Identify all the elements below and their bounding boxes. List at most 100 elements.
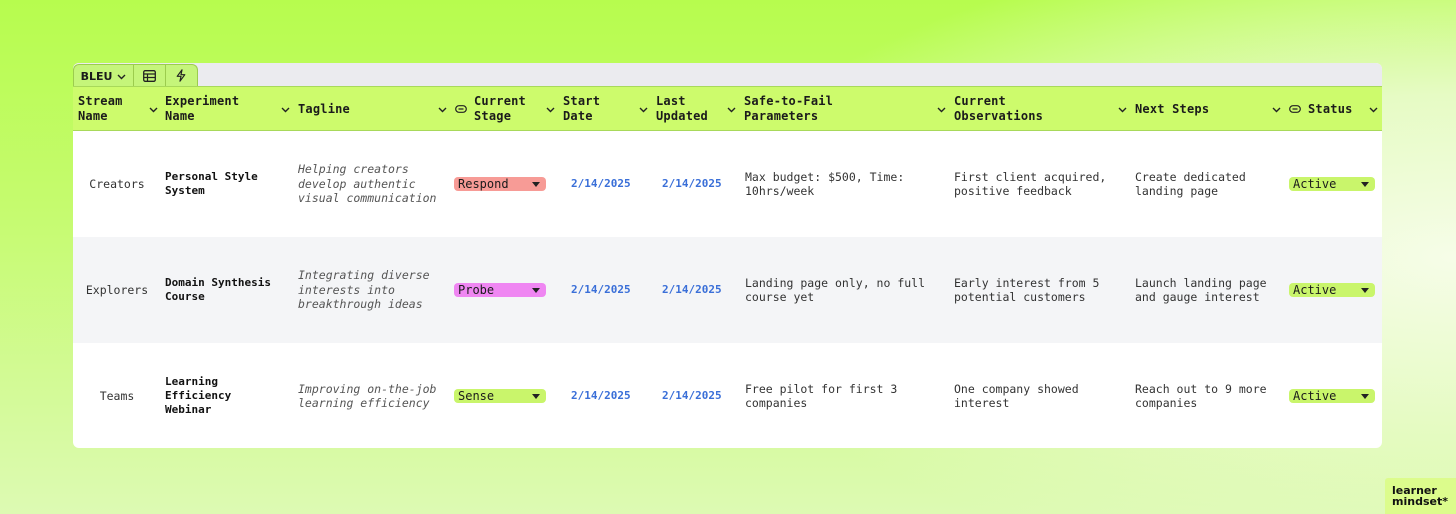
- start-date-cell[interactable]: 2/14/2025: [571, 131, 651, 237]
- current-stage-cell: Respond: [454, 131, 546, 237]
- start-date-cell[interactable]: 2/14/2025: [571, 237, 651, 343]
- start-date-text: 2/14/2025: [571, 388, 631, 402]
- stream-name-text: Teams: [99, 388, 135, 403]
- experiment-name-cell[interactable]: Domain Synthesis Course: [165, 237, 273, 343]
- tagline-text: Helping creators develop authentic visua…: [298, 162, 437, 206]
- next-steps-cell[interactable]: Create dedicated landing page: [1135, 131, 1275, 237]
- next-steps-cell[interactable]: Launch landing page and gauge interest: [1135, 237, 1275, 343]
- column-header-label: Current Observations: [954, 94, 1044, 123]
- chevron-down-icon[interactable]: [281, 102, 290, 117]
- chevron-down-icon[interactable]: [1369, 102, 1378, 117]
- parameters-cell[interactable]: Max budget: $500, Time: 10hrs/week: [745, 131, 935, 237]
- status-value: Active: [1293, 388, 1337, 403]
- column-header-stream-name[interactable]: Stream Name: [78, 87, 162, 131]
- experiment-name-cell[interactable]: Learning Efficiency Webinar: [165, 343, 273, 448]
- grid-view-button[interactable]: [134, 65, 166, 87]
- last-updated-cell[interactable]: 2/14/2025: [662, 343, 742, 448]
- parameters-text: Free pilot for first 3 companies: [745, 381, 898, 411]
- chevron-down-icon[interactable]: [937, 102, 946, 117]
- table-header: Stream Name Experiment Name Tagline Current…: [73, 86, 1382, 131]
- column-header-label: Stream Name: [78, 94, 123, 123]
- stage-select[interactable]: Sense: [454, 389, 546, 403]
- tagline-cell[interactable]: Helping creators develop authentic visua…: [298, 131, 444, 237]
- last-updated-cell[interactable]: 2/14/2025: [662, 237, 742, 343]
- view-name-label: BLEU: [80, 69, 113, 83]
- start-date-cell[interactable]: 2/14/2025: [571, 343, 651, 448]
- parameters-text: Landing page only, no full course yet: [745, 275, 926, 305]
- column-header-current-stage[interactable]: Current Stage: [455, 87, 559, 131]
- next-steps-text: Launch landing page and gauge interest: [1135, 275, 1267, 305]
- stage-value: Probe: [458, 282, 495, 297]
- table-row[interactable]: Teams Learning Efficiency Webinar Improvin…: [73, 343, 1382, 448]
- chevron-down-icon[interactable]: [1272, 102, 1281, 117]
- brand-logo: learner mindset*: [1385, 478, 1456, 514]
- parameters-text: Max budget: $500, Time: 10hrs/week: [745, 169, 905, 199]
- chevron-down-icon[interactable]: [727, 102, 736, 117]
- chevron-down-icon[interactable]: [639, 102, 648, 117]
- status-select[interactable]: Active: [1289, 389, 1375, 403]
- stream-name-cell[interactable]: Creators: [73, 131, 161, 237]
- automation-button[interactable]: [166, 65, 197, 87]
- stream-name-cell[interactable]: Explorers: [73, 237, 161, 343]
- tagline-cell[interactable]: Improving on-the-job learning efficiency: [298, 343, 444, 448]
- column-header-label: Experiment Name: [165, 94, 240, 123]
- dropdown-arrow-icon: [1361, 287, 1369, 293]
- status-select[interactable]: Active: [1289, 283, 1375, 297]
- last-updated-text: 2/14/2025: [662, 176, 722, 190]
- column-header-next-steps[interactable]: Next Steps: [1135, 87, 1285, 131]
- parameters-cell[interactable]: Landing page only, no full course yet: [745, 237, 935, 343]
- stream-name-cell[interactable]: Teams: [73, 343, 161, 448]
- tagline-cell[interactable]: Integrating diverse interests into break…: [298, 237, 444, 343]
- stage-select[interactable]: Probe: [454, 283, 546, 297]
- experiment-name-text: Personal Style System: [165, 170, 258, 197]
- stage-value: Sense: [458, 388, 495, 403]
- column-header-start-date[interactable]: Start Date: [563, 87, 652, 131]
- next-steps-cell[interactable]: Reach out to 9 more companies: [1135, 343, 1275, 448]
- start-date-text: 2/14/2025: [571, 282, 631, 296]
- view-switcher-button[interactable]: BLEU: [74, 65, 135, 87]
- column-header-label: Start Date: [563, 94, 601, 123]
- chevron-down-icon[interactable]: [1118, 102, 1127, 117]
- column-header-label: Last Updated: [656, 94, 708, 123]
- status-value: Active: [1293, 176, 1337, 191]
- experiment-name-text: Domain Synthesis Course: [165, 276, 271, 303]
- column-header-last-updated[interactable]: Last Updated: [656, 87, 740, 131]
- column-header-label: Current Stage: [474, 94, 526, 123]
- dropdown-arrow-icon: [1361, 393, 1369, 399]
- observations-cell[interactable]: Early interest from 5 potential customer…: [954, 237, 1124, 343]
- column-header-label: Safe-to-Fail Parameters: [744, 94, 834, 123]
- column-header-status[interactable]: Status: [1289, 87, 1382, 131]
- parameters-cell[interactable]: Free pilot for first 3 companies: [745, 343, 935, 448]
- chevron-down-icon[interactable]: [546, 102, 555, 117]
- observations-text: Early interest from 5 potential customer…: [954, 275, 1100, 305]
- current-stage-cell: Probe: [454, 237, 546, 343]
- chevron-down-icon[interactable]: [149, 102, 158, 117]
- table-window: BLEU Stream Name Experiment Name Tagline Cu…: [73, 63, 1382, 448]
- link-icon: [1289, 102, 1301, 117]
- table-row[interactable]: Creators Personal Style System Helping cre…: [73, 131, 1382, 237]
- observations-text: One company showed interest: [954, 381, 1079, 411]
- table-row[interactable]: Explorers Domain Synthesis Course Integrat…: [73, 237, 1382, 343]
- observations-cell[interactable]: One company showed interest: [954, 343, 1124, 448]
- column-header-experiment-name[interactable]: Experiment Name: [165, 87, 294, 131]
- start-date-text: 2/14/2025: [571, 176, 631, 190]
- experiment-name-cell[interactable]: Personal Style System: [165, 131, 273, 237]
- experiment-name-text: Learning Efficiency Webinar: [165, 375, 232, 416]
- column-header-tagline[interactable]: Tagline: [298, 87, 451, 131]
- observations-cell[interactable]: First client acquired, positive feedback: [954, 131, 1124, 237]
- dropdown-arrow-icon: [532, 393, 540, 399]
- column-header-label: Status: [1308, 101, 1353, 116]
- status-select[interactable]: Active: [1289, 177, 1375, 191]
- column-header-label: Next Steps: [1135, 101, 1210, 116]
- stream-name-text: Creators: [89, 176, 145, 191]
- table-body: Creators Personal Style System Helping cre…: [73, 131, 1382, 448]
- column-header-current-observations[interactable]: Current Observations: [954, 87, 1131, 131]
- link-icon: [455, 102, 467, 117]
- lightning-icon: [176, 67, 186, 86]
- grid-icon: [142, 67, 156, 86]
- column-header-safe-to-fail-parameters[interactable]: Safe-to-Fail Parameters: [744, 87, 950, 131]
- last-updated-cell[interactable]: 2/14/2025: [662, 131, 742, 237]
- chevron-down-icon[interactable]: [438, 102, 447, 117]
- stage-select[interactable]: Respond: [454, 177, 546, 191]
- stage-value: Respond: [458, 176, 509, 191]
